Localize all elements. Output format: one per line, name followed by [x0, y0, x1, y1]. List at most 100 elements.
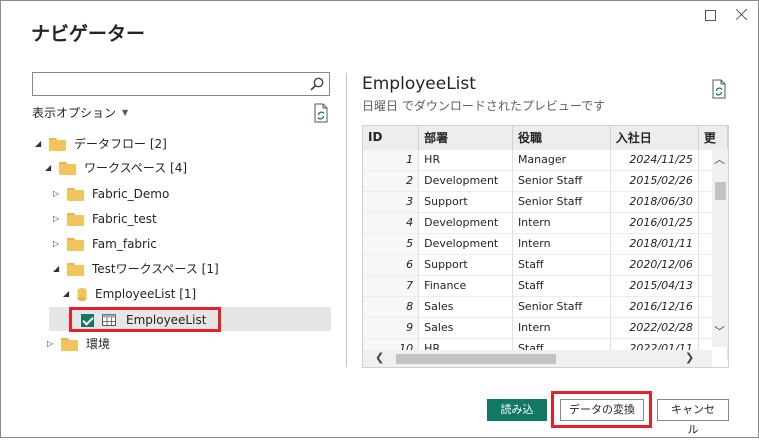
cell-position: Staff	[512, 253, 611, 275]
chevron-expanded-icon[interactable]: ◢	[45, 156, 55, 180]
tree-node-label: EmployeeList [1]	[95, 287, 197, 301]
cell-id: 8	[363, 295, 420, 317]
cell-department: Development	[418, 211, 513, 233]
folder-icon	[67, 262, 84, 276]
cell-hire-date: 2022/02/28	[610, 316, 699, 338]
cell-hire-date: 2016/12/16	[610, 295, 699, 317]
column-header[interactable]: 入社日	[610, 126, 699, 149]
cell-hire-date: 2018/06/30	[610, 190, 699, 212]
column-header[interactable]: 更	[698, 126, 728, 149]
cell-id: 6	[363, 253, 420, 275]
chevron-expanded-icon[interactable]: ◢	[53, 257, 63, 281]
tree-node-label: Testワークスペース [1]	[92, 262, 219, 276]
cell-hire-date: 2020/12/06	[610, 253, 699, 275]
refresh-icon[interactable]	[312, 103, 330, 123]
pane-divider	[346, 73, 347, 367]
folder-icon	[49, 137, 66, 151]
cell-hire-date: 2015/04/13	[610, 274, 699, 296]
tree-node-environment[interactable]: ▷ 環境	[47, 332, 110, 356]
cell-position: Intern	[512, 232, 611, 254]
database-icon	[77, 288, 87, 301]
chevron-collapsed-icon[interactable]: ▷	[53, 182, 63, 206]
table-row: 4 Development Intern 2016/01/25	[363, 211, 728, 233]
chevron-collapsed-icon[interactable]: ▷	[53, 207, 63, 231]
cell-position: Senior Staff	[512, 190, 611, 212]
table-row: 3 Support Senior Staff 2018/06/30	[363, 190, 728, 212]
cell-id: 9	[363, 316, 420, 338]
table-header-row: ID 部署 役職 入社日 更	[363, 126, 728, 149]
chevron-expanded-icon[interactable]: ◢	[63, 282, 73, 306]
tree-node-dataflow[interactable]: ◢ データフロー [2]	[35, 132, 167, 156]
table-row: 5 Development Intern 2018/01/11	[363, 232, 728, 254]
chevron-collapsed-icon[interactable]: ▷	[53, 232, 63, 256]
search-box[interactable]	[32, 72, 330, 96]
cell-id: 7	[363, 274, 420, 296]
tree-node-label: ワークスペース [4]	[84, 161, 188, 175]
cell-position: Intern	[512, 211, 611, 233]
table-row: 1 HR Manager 2024/11/25	[363, 148, 728, 170]
table-row: 6 Support Staff 2020/12/06	[363, 253, 728, 275]
cell-id: 1	[363, 148, 420, 170]
chevron-down-icon: ▼	[122, 108, 129, 117]
tree-node-label: Fabric_test	[92, 212, 157, 226]
scroll-thumb[interactable]	[715, 182, 726, 200]
column-header[interactable]: ID	[363, 126, 420, 149]
cell-id: 5	[363, 232, 420, 254]
tree-node-workspaces[interactable]: ◢ ワークスペース [4]	[45, 156, 187, 180]
cell-position: Senior Staff	[512, 169, 611, 191]
scroll-down-icon[interactable]: ﹀	[714, 323, 725, 339]
cell-hire-date: 2016/01/25	[610, 211, 699, 233]
refresh-icon[interactable]	[710, 79, 728, 99]
cell-position: Staff	[512, 274, 611, 296]
display-options-dropdown[interactable]: 表示オプション ▼	[32, 104, 128, 121]
maximize-icon[interactable]	[705, 10, 716, 21]
search-icon[interactable]	[309, 76, 325, 92]
chevron-collapsed-icon[interactable]: ▷	[47, 332, 57, 356]
folder-icon	[59, 161, 76, 175]
highlight-box-table	[69, 307, 221, 332]
cell-department: Support	[418, 190, 513, 212]
load-button[interactable]: 読み込み	[487, 399, 547, 436]
tree-node-fabric-demo[interactable]: ▷ Fabric_Demo	[53, 182, 169, 206]
cell-position: Manager	[512, 148, 611, 170]
cell-id: 3	[363, 190, 420, 212]
tree-node-fam-fabric[interactable]: ▷ Fam_fabric	[53, 232, 157, 256]
cell-department: Development	[418, 232, 513, 254]
scroll-up-icon[interactable]: ︿	[714, 151, 725, 167]
close-icon[interactable]	[735, 7, 749, 21]
highlight-box-transform	[551, 391, 652, 428]
tree-node-label: Fabric_Demo	[92, 187, 170, 201]
preview-title: EmployeeList	[362, 74, 476, 94]
preview-grid[interactable]: ID 部署 役職 入社日 更 1 HR Manager 2024/11/25 2 Dev…	[362, 125, 729, 368]
scroll-right-icon[interactable]: ❯	[685, 351, 694, 364]
folder-icon	[67, 212, 84, 226]
tree-node-employeelist-dataflow[interactable]: ◢ EmployeeList [1]	[63, 282, 196, 306]
tree-node-label: Fam_fabric	[92, 237, 157, 251]
tree-node-label: 環境	[86, 337, 111, 351]
table-row: 2 Development Senior Staff 2015/02/26	[363, 169, 728, 191]
tree-node-fabric-test[interactable]: ▷ Fabric_test	[53, 207, 157, 231]
column-header[interactable]: 役職	[512, 126, 611, 149]
cancel-button[interactable]: キャンセル	[657, 399, 729, 436]
folder-icon	[61, 337, 78, 351]
cell-department: Development	[418, 169, 513, 191]
cell-department: HR	[418, 148, 513, 170]
cell-department: Sales	[418, 316, 513, 338]
search-input[interactable]	[33, 73, 303, 95]
table-row: 7 Finance Staff 2015/04/13	[363, 274, 728, 296]
dialog-title: ナビゲーター	[31, 23, 146, 45]
folder-icon	[67, 187, 84, 201]
scroll-left-icon[interactable]: ❮	[375, 351, 384, 364]
folder-icon	[67, 237, 84, 251]
cell-hire-date: 2015/02/26	[610, 169, 699, 191]
cell-hire-date: 2024/11/25	[610, 148, 699, 170]
vertical-scrollbar[interactable]: ︿ ﹀	[712, 149, 728, 347]
chevron-expanded-icon[interactable]: ◢	[35, 132, 45, 156]
horizontal-scrollbar[interactable]: ❮ ❯	[363, 350, 712, 367]
cell-department: Sales	[418, 295, 513, 317]
navigator-dialog: ナビゲーター 表示オプション ▼ ◢ データフロー [2] ◢ ワークスペース […	[0, 0, 759, 438]
cell-department: Support	[418, 253, 513, 275]
scroll-thumb[interactable]	[396, 354, 556, 364]
tree-node-test-workspace[interactable]: ◢ Testワークスペース [1]	[53, 257, 219, 281]
column-header[interactable]: 部署	[418, 126, 513, 149]
